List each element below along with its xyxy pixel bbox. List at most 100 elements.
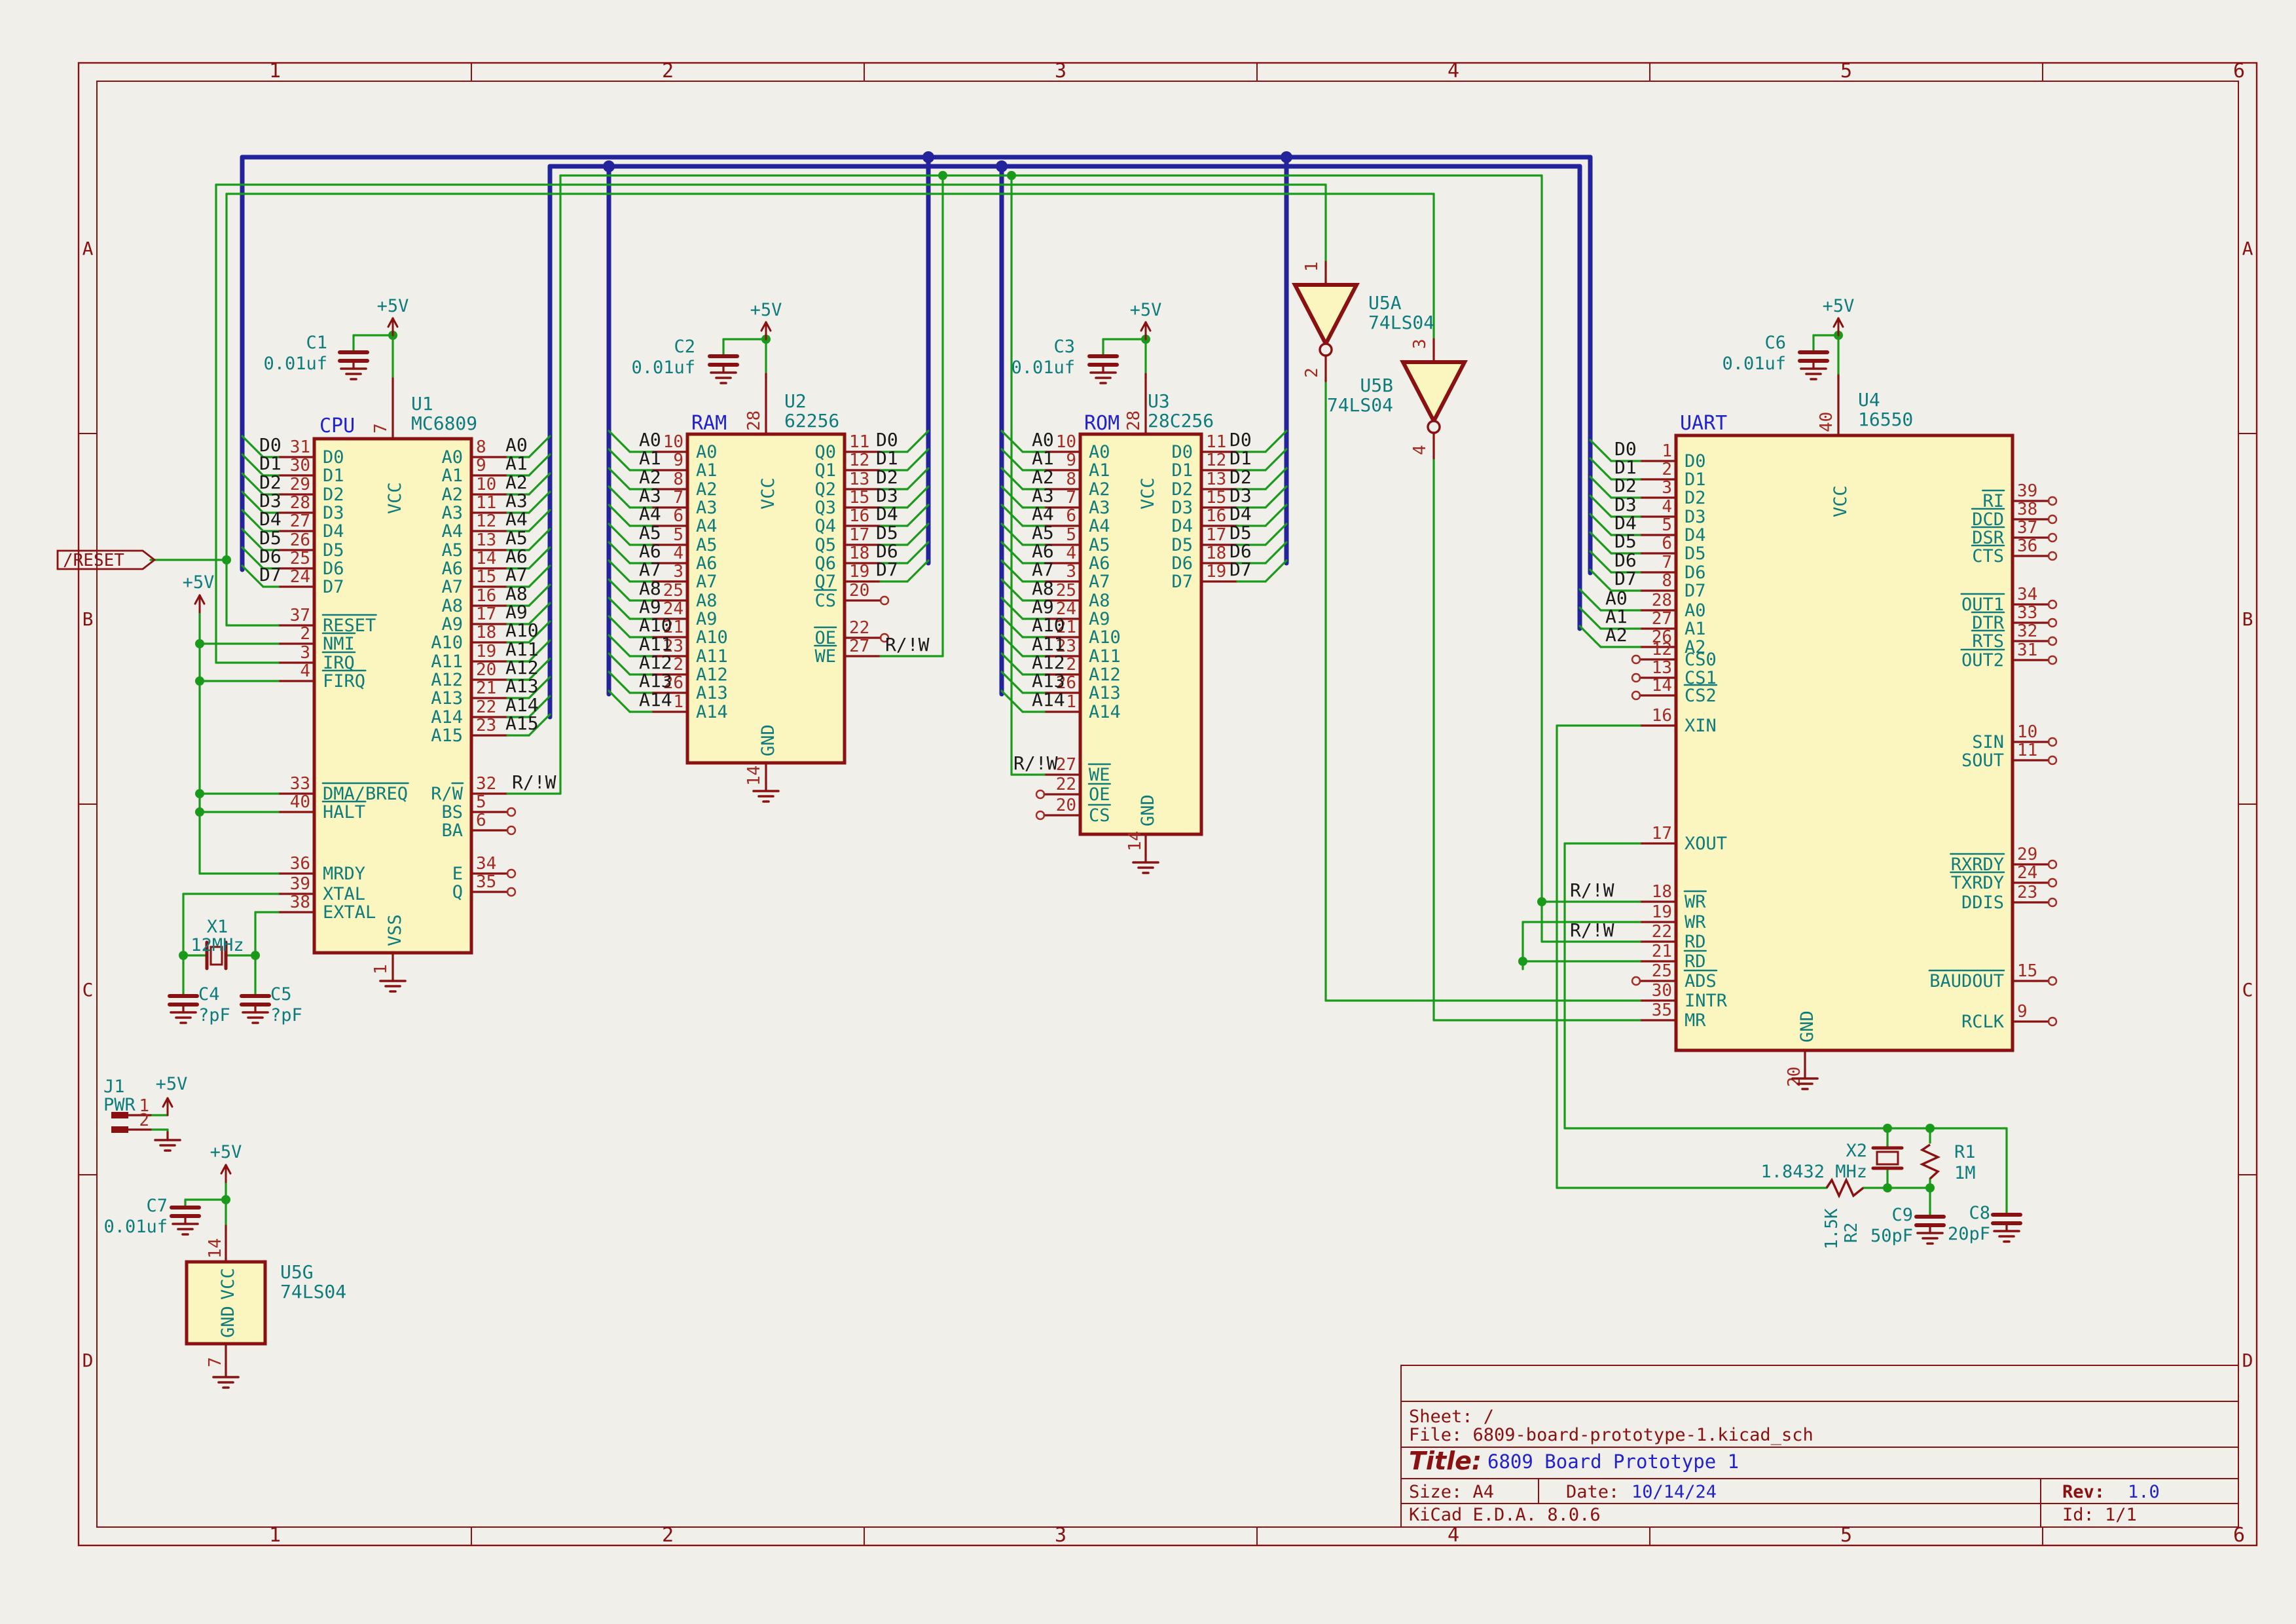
- junction: [1925, 1183, 1935, 1192]
- pin-number: 1: [371, 964, 391, 974]
- power-label-5v: +5V: [1130, 300, 1162, 320]
- pin-name: Q0: [814, 442, 836, 462]
- pin-name: Q3: [814, 498, 836, 518]
- pin-number: 21: [1652, 942, 1672, 961]
- power-label-5v: +5V: [377, 296, 409, 316]
- pin-number: 5: [476, 792, 486, 812]
- u3-func-label: ROM: [1084, 412, 1120, 435]
- pin-name: VCC: [758, 477, 778, 509]
- pin-name: VSS: [385, 914, 405, 946]
- pin-number: 25: [1652, 961, 1672, 981]
- u5g-ref: U5G: [280, 1261, 314, 1283]
- x1-value: 12MHz: [191, 935, 244, 955]
- pin-number: 5: [1066, 525, 1076, 545]
- pin-number: 25: [1056, 581, 1076, 600]
- pin-name: RD: [1685, 932, 1706, 952]
- pin-number: 35: [1652, 1001, 1672, 1020]
- u1-ref: U1: [411, 393, 433, 415]
- pin-number: 14: [744, 766, 764, 786]
- pin-name: A7: [441, 577, 463, 597]
- x1-ref: X1: [207, 917, 228, 937]
- pin-name: D2: [1685, 488, 1706, 508]
- u4-body: [1676, 435, 2013, 1050]
- pin-name: GND: [1138, 794, 1158, 826]
- pin-number: 12: [1206, 451, 1226, 470]
- net-label-A14: A14: [1032, 689, 1065, 710]
- junction: [1281, 151, 1292, 163]
- pin-name: CTS: [1972, 546, 2004, 566]
- net-label-A14: A14: [639, 689, 672, 710]
- pin-number: 5: [1662, 515, 1672, 535]
- pin-name: A2: [696, 479, 718, 500]
- pin-number: 17: [849, 525, 869, 545]
- pin-name: RTS: [1972, 631, 2004, 652]
- pin-name: Q4: [814, 516, 836, 536]
- pin-number: 7: [1066, 488, 1076, 507]
- pin-number: 34: [476, 854, 496, 874]
- titleblock-size: Size: A4: [1409, 1482, 1494, 1502]
- pin-name: A14: [696, 702, 728, 722]
- pin-number: 15: [2017, 961, 2037, 981]
- junction: [251, 951, 260, 960]
- pin-number: 7: [1662, 553, 1672, 572]
- pin-number: 13: [1206, 470, 1226, 489]
- pin-name: EXTAL: [323, 902, 376, 923]
- pin-number: 23: [476, 716, 496, 735]
- pin-number: 35: [476, 872, 496, 892]
- net-label-R/!W: R/!W: [1570, 919, 1614, 941]
- pin-name: NMI: [323, 634, 355, 654]
- titleblock-title: 6809 Board Prototype 1: [1487, 1450, 1739, 1473]
- net-label-D7: D7: [1230, 559, 1252, 580]
- pin-number: 3: [300, 643, 310, 663]
- u5a-ref: U5A: [1368, 292, 1402, 314]
- pin-number: 9: [476, 456, 486, 475]
- pin-number: 31: [290, 437, 310, 457]
- frame-col-label: 4: [1448, 60, 1459, 83]
- pin-name: D4: [1685, 525, 1706, 545]
- pin-number: 10: [2017, 722, 2037, 742]
- pin-number: 14: [476, 549, 496, 568]
- pin-name: RCLK: [1961, 1012, 2005, 1032]
- pin-number: 28: [744, 411, 764, 431]
- frame-row-label: B: [82, 608, 94, 630]
- schematic-canvas[interactable]: 112233445566AABBCCDDSheet: /File: 6809-b…: [0, 0, 2296, 1624]
- pin-number: 27: [290, 511, 310, 531]
- pin-name: A12: [696, 665, 728, 685]
- pin-name: A11: [696, 646, 728, 667]
- pin-number: 17: [476, 604, 496, 624]
- pin-number: 18: [1206, 544, 1226, 563]
- pin-number: 2: [1662, 460, 1672, 479]
- u1-value: MC6809: [411, 413, 477, 434]
- pin-number: 29: [290, 475, 310, 494]
- pin-number: 25: [663, 581, 683, 600]
- pin-name: MRDY: [323, 864, 365, 884]
- pin-number: 4: [1066, 544, 1076, 563]
- pin-number: 28: [1124, 411, 1144, 431]
- j1-value: PWR: [103, 1095, 136, 1115]
- pin-number: 8: [673, 470, 683, 489]
- titleblock-tool: KiCad E.D.A. 8.0.6: [1409, 1505, 1601, 1525]
- pin-number: 39: [2017, 481, 2037, 501]
- pin-number: 15: [849, 488, 869, 507]
- pin-name: D5: [1685, 544, 1706, 564]
- pin-name: D1: [1685, 470, 1706, 490]
- pin-name: A9: [696, 609, 718, 629]
- net-label-D7: D7: [259, 564, 282, 585]
- net-label-A15: A15: [505, 712, 539, 734]
- pin-name: D3: [1685, 507, 1706, 527]
- c7-ref: C7: [146, 1196, 168, 1216]
- frame-row-label: D: [82, 1350, 94, 1371]
- u5g-value: 74LS04: [280, 1281, 346, 1302]
- net-label-R/!W: R/!W: [512, 771, 556, 793]
- pin-name: A2: [441, 485, 463, 505]
- pin-number: 18: [476, 623, 496, 642]
- pin-name: XTAL: [323, 884, 365, 904]
- frame-col-label: 6: [2233, 60, 2245, 83]
- junction: [922, 151, 934, 163]
- u5a-value: 74LS04: [1368, 312, 1434, 333]
- net-label-reset: /RESET: [63, 551, 124, 570]
- pin-name: A1: [1089, 460, 1110, 481]
- net-label-R/!W: R/!W: [1013, 752, 1058, 774]
- pin-number: 4: [673, 544, 683, 563]
- pin-number: 2: [673, 655, 683, 674]
